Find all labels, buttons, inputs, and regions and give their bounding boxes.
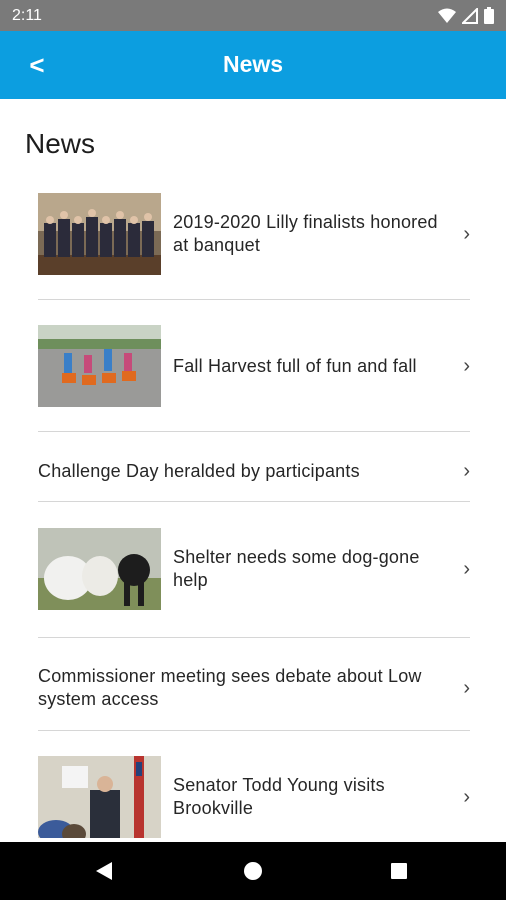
status-bar: 2:11	[0, 0, 506, 31]
news-thumbnail-dogs	[38, 528, 161, 610]
news-item[interactable]: Shelter needs some dog-gone help ›	[38, 528, 470, 610]
recents-square-icon[interactable]	[379, 854, 419, 888]
back-triangle-icon[interactable]	[84, 854, 124, 888]
news-item[interactable]: Senator Todd Young visits Brookville ›	[38, 756, 470, 838]
divider	[38, 501, 470, 502]
news-item[interactable]: Commissioner meeting sees debate about L…	[38, 663, 470, 713]
news-title: Fall Harvest full of fun and fall	[173, 355, 417, 376]
news-title: Challenge Day heralded by participants	[38, 460, 360, 481]
news-title: Commissioner meeting sees debate about L…	[38, 666, 422, 709]
divider	[38, 299, 470, 300]
news-item[interactable]: Fall Harvest full of fun and fall ›	[38, 325, 470, 407]
status-icons	[438, 6, 494, 29]
chevron-right-icon: ›	[463, 354, 470, 377]
chevron-right-icon: ›	[463, 557, 470, 580]
chevron-right-icon: ›	[463, 676, 470, 699]
news-item[interactable]: 2019-2020 Lilly finalists honored at ban…	[38, 193, 470, 275]
news-title: Senator Todd Young visits Brookville	[173, 775, 385, 818]
system-nav-bar	[0, 842, 506, 900]
news-thumbnail-banquet	[38, 193, 161, 275]
app-bar-title: News	[222, 51, 284, 77]
news-title: 2019-2020 Lilly finalists honored at ban…	[173, 212, 438, 255]
battery-icon	[484, 7, 494, 29]
signal-icon	[460, 6, 478, 29]
app-bar: < News	[0, 31, 506, 99]
divider	[38, 730, 470, 731]
news-item[interactable]: Challenge Day heralded by participants ›	[38, 452, 470, 490]
news-title: Shelter needs some dog-gone help	[173, 547, 420, 590]
home-circle-icon[interactable]	[233, 854, 273, 888]
divider	[38, 431, 470, 432]
chevron-right-icon: ›	[463, 222, 470, 245]
news-thumbnail-fall-harvest	[38, 325, 161, 407]
chevron-right-icon: ›	[463, 459, 470, 482]
wifi-icon	[438, 8, 456, 29]
chevron-right-icon: ›	[463, 785, 470, 808]
status-time: 2:11	[12, 7, 42, 24]
news-thumbnail-senator	[38, 756, 161, 838]
divider	[38, 637, 470, 638]
page-title: News	[25, 128, 96, 159]
